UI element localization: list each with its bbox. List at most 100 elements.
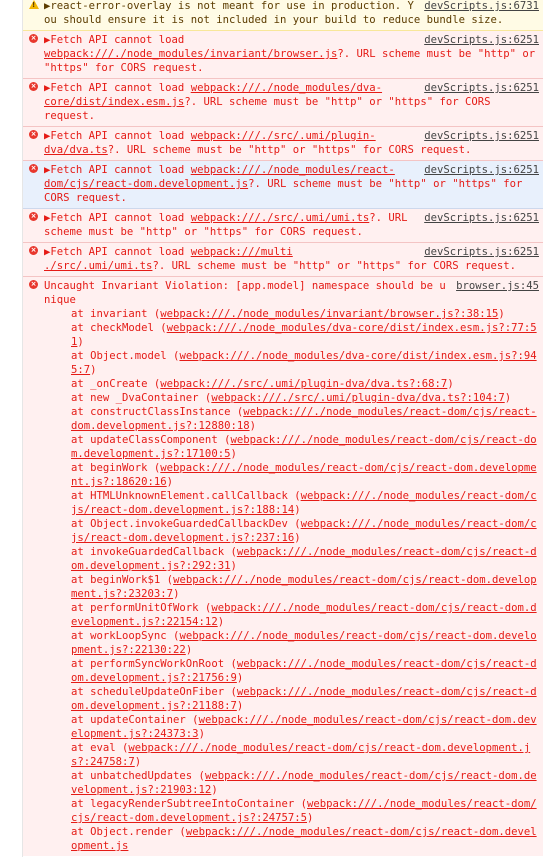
stack-frame: at unbatchedUpdates (webpack:///./node_m… bbox=[44, 769, 539, 797]
frame-function: at constructClassInstance ( bbox=[71, 406, 244, 418]
frame-function: at invariant ( bbox=[71, 308, 161, 320]
frame-function: at eval ( bbox=[71, 742, 129, 754]
frame-end: ) bbox=[166, 476, 174, 488]
error-prefix: ▶Fetch API cannot load bbox=[44, 246, 191, 258]
console-gutter bbox=[0, 127, 23, 161]
frame-function: at beginWork ( bbox=[71, 462, 161, 474]
console-error[interactable]: × devScripts.js:6251 ▶Fetch API cannot l… bbox=[0, 243, 543, 277]
frame-function: at unbatchedUpdates ( bbox=[71, 770, 205, 782]
stack-frame: at invokeGuardedCallback (webpack:///./n… bbox=[44, 545, 539, 573]
frame-function: at beginWork$1 ( bbox=[71, 574, 174, 586]
resource-link[interactable]: webpack:///./node_modules/invariant/brow… bbox=[44, 48, 337, 60]
source-link[interactable]: devScripts.js:6251 bbox=[424, 129, 539, 143]
frame-end: ) bbox=[294, 532, 301, 544]
frame-function: at checkModel ( bbox=[71, 322, 167, 334]
frame-end: ) bbox=[230, 448, 237, 460]
frame-end: ) bbox=[230, 560, 237, 572]
error-icon: × bbox=[29, 164, 38, 173]
stack-frame: at workLoopSync (webpack:///./node_modul… bbox=[44, 629, 539, 657]
stack-frame: at Object.invokeGuardedCallbackDev (webp… bbox=[44, 517, 539, 545]
console-gutter bbox=[0, 243, 23, 277]
frame-location-link[interactable]: webpack:///./src/.umi/plugin-dva/dva.ts?… bbox=[160, 378, 447, 390]
stack-frame: at beginWork$1 (webpack:///./node_module… bbox=[44, 573, 539, 601]
frame-function: at legacyRenderSubtreeIntoContainer ( bbox=[71, 798, 307, 810]
console-gutter bbox=[0, 277, 23, 857]
stack-frame: at performUnitOfWork (webpack:///./node_… bbox=[44, 601, 539, 629]
frame-end: ) bbox=[198, 728, 205, 740]
stack-trace: at invariant (webpack:///./node_modules/… bbox=[44, 307, 539, 853]
error-suffix: ?. URL scheme must be "http" or "https" … bbox=[107, 144, 472, 156]
source-link[interactable]: devScripts.js:6251 bbox=[424, 163, 539, 177]
console-gutter bbox=[0, 161, 23, 209]
source-link[interactable]: devScripts.js:6251 bbox=[424, 245, 539, 259]
source-link[interactable]: devScripts.js:6251 bbox=[424, 33, 539, 47]
stack-frame: at beginWork (webpack:///./node_modules/… bbox=[44, 461, 539, 489]
frame-function: at HTMLUnknownElement.callCallback ( bbox=[71, 490, 301, 502]
frame-end: ) bbox=[498, 308, 505, 320]
source-link[interactable]: devScripts.js:6731 bbox=[424, 0, 539, 13]
error-prefix: ▶Fetch API cannot load bbox=[44, 212, 191, 224]
console-gutter bbox=[0, 31, 23, 79]
error-prefix: ▶Fetch API cannot load bbox=[44, 82, 191, 94]
error-prefix: ▶Fetch API cannot load bbox=[44, 34, 185, 46]
frame-end: ) bbox=[217, 616, 225, 628]
stack-frame: at performSyncWorkOnRoot (webpack:///./n… bbox=[44, 657, 539, 685]
console-messages: ! devScripts.js:6731 ▶react-error-overla… bbox=[0, 0, 543, 857]
frame-end: ) bbox=[211, 784, 218, 796]
stack-frame: at updateContainer (webpack:///./node_mo… bbox=[44, 713, 539, 741]
frame-function: at invokeGuardedCallback ( bbox=[71, 546, 237, 558]
console-gutter bbox=[0, 79, 23, 127]
frame-function: at updateContainer ( bbox=[71, 714, 199, 726]
error-prefix: ▶Fetch API cannot load bbox=[44, 164, 191, 176]
stack-frame: at HTMLUnknownElement.callCallback (webp… bbox=[44, 489, 539, 517]
frame-end: ) bbox=[307, 812, 314, 824]
stack-frame: at updateClassComponent (webpack:///./no… bbox=[44, 433, 539, 461]
console-error-selected[interactable]: × devScripts.js:6251 ▶Fetch API cannot l… bbox=[0, 161, 543, 209]
error-icon: × bbox=[29, 280, 38, 289]
stack-frame: at scheduleUpdateOnFiber (webpack:///./n… bbox=[44, 685, 539, 713]
frame-end: ) bbox=[173, 588, 180, 600]
console-error[interactable]: × devScripts.js:6251 ▶Fetch API cannot l… bbox=[0, 79, 543, 127]
frame-function: at scheduleUpdateOnFiber ( bbox=[71, 686, 237, 698]
frame-location-link[interactable]: webpack:///./node_modules/invariant/brow… bbox=[160, 308, 498, 320]
stack-frame: at invariant (webpack:///./node_modules/… bbox=[44, 307, 539, 321]
frame-end: ) bbox=[134, 756, 142, 768]
error-icon: × bbox=[29, 130, 38, 139]
frame-function: at Object.render ( bbox=[71, 826, 186, 838]
frame-end: ) bbox=[236, 700, 244, 712]
console-gutter bbox=[0, 0, 23, 31]
frame-function: at Object.invokeGuardedCallbackDev ( bbox=[71, 518, 301, 530]
source-link[interactable]: devScripts.js:6251 bbox=[424, 211, 539, 225]
stack-frame: at eval (webpack:///./node_modules/react… bbox=[44, 741, 539, 769]
frame-function: at performUnitOfWork ( bbox=[71, 602, 212, 614]
frame-function: at workLoopSync ( bbox=[71, 630, 180, 642]
console-warning[interactable]: ! devScripts.js:6731 ▶react-error-overla… bbox=[0, 0, 543, 31]
stack-frame: at constructClassInstance (webpack:///./… bbox=[44, 405, 539, 433]
frame-end: ) bbox=[77, 336, 84, 348]
warning-icon: ! bbox=[29, 0, 39, 9]
error-icon: × bbox=[29, 82, 38, 91]
frame-end: ) bbox=[185, 644, 193, 656]
stack-frame: at _onCreate (webpack:///./src/.umi/plug… bbox=[44, 377, 539, 391]
source-link[interactable]: browser.js:45 bbox=[456, 279, 539, 293]
frame-end: ) bbox=[447, 378, 454, 390]
stack-frame: at checkModel (webpack:///./node_modules… bbox=[44, 321, 539, 349]
frame-location-link[interactable]: webpack:///./src/.umi/plugin-dva/dva.ts?… bbox=[211, 392, 504, 404]
frame-end: ) bbox=[504, 392, 512, 404]
console-exception[interactable]: × browser.js:45 Uncaught Invariant Viola… bbox=[0, 277, 543, 857]
error-prefix: ▶Fetch API cannot load bbox=[44, 130, 191, 142]
stack-frame: at Object.render (webpack:///./node_modu… bbox=[44, 825, 539, 853]
frame-function: at Object.model ( bbox=[71, 350, 180, 362]
console-error[interactable]: × devScripts.js:6251 ▶Fetch API cannot l… bbox=[0, 127, 543, 161]
stack-frame: at new _DvaContainer (webpack:///./src/.… bbox=[44, 391, 539, 405]
frame-function: at performSyncWorkOnRoot ( bbox=[71, 658, 237, 670]
console-gutter bbox=[0, 209, 23, 243]
source-link[interactable]: devScripts.js:6251 bbox=[424, 81, 539, 95]
console-error[interactable]: × devScripts.js:6251 ▶Fetch API cannot l… bbox=[0, 209, 543, 243]
frame-end: ) bbox=[249, 420, 256, 432]
console-error[interactable]: × devScripts.js:6251 ▶Fetch API cannot l… bbox=[0, 31, 543, 79]
frame-end: ) bbox=[90, 364, 97, 376]
frame-end: ) bbox=[236, 672, 244, 684]
resource-link[interactable]: webpack:///./src/.umi/umi.ts bbox=[191, 212, 370, 224]
error-suffix: ?. URL scheme must be "http" or "https" … bbox=[152, 260, 516, 272]
